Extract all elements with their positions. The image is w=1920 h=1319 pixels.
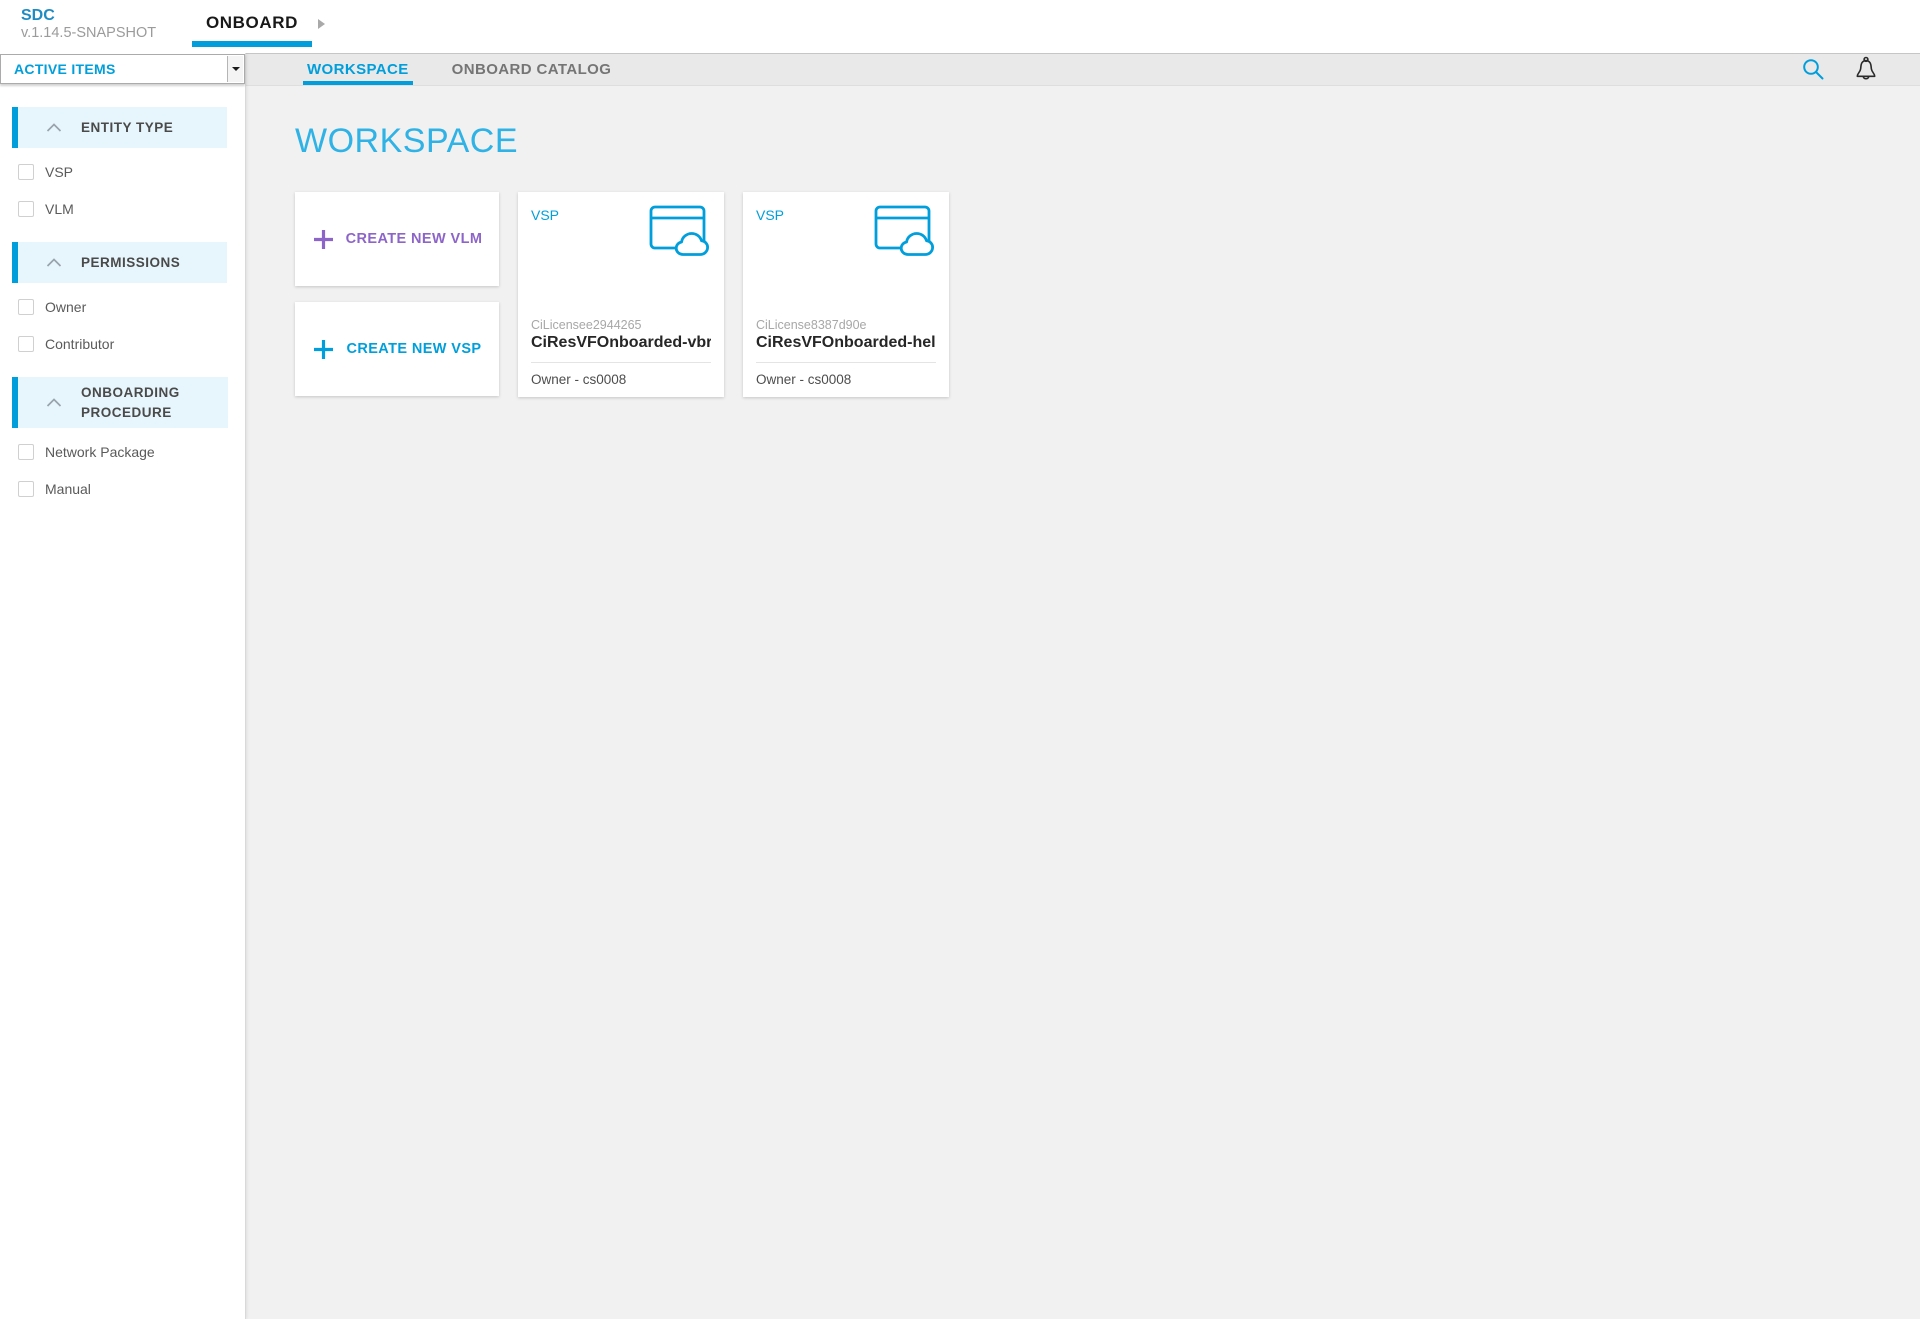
main-area: WORKSPACE ONBOARD CATALOG bbox=[246, 53, 1920, 1319]
section-accent-bar bbox=[12, 377, 18, 428]
item-owner: Owner - cs0008 bbox=[531, 372, 711, 387]
tab-onboard-catalog-label: ONBOARD CATALOG bbox=[452, 61, 612, 78]
checkbox-label: Contributor bbox=[45, 336, 114, 352]
plus-icon bbox=[312, 228, 335, 251]
tab-workspace-label: WORKSPACE bbox=[307, 61, 409, 78]
section-accent-bar bbox=[12, 107, 18, 148]
chevron-up-icon bbox=[46, 398, 62, 407]
vsp-card-details: CiLicense8387d90e CiResVFOnboarded-hel… … bbox=[756, 318, 936, 387]
plus-icon bbox=[312, 338, 335, 361]
card-divider bbox=[756, 362, 936, 363]
filter-section-title: ONBOARDING PROCEDURE bbox=[81, 383, 201, 422]
workspace-content: WORKSPACE CREATE NEW VLM bbox=[246, 86, 1920, 397]
checkbox[interactable] bbox=[18, 299, 34, 315]
checkbox-label: VSP bbox=[45, 164, 73, 180]
filter-option-manual[interactable]: Manual bbox=[0, 470, 245, 507]
item-owner: Owner - cs0008 bbox=[756, 372, 936, 387]
filter-group-entity-type: VSP VLM bbox=[0, 153, 245, 227]
checkbox[interactable] bbox=[18, 481, 34, 497]
filter-section-permissions[interactable]: PERMISSIONS bbox=[12, 242, 227, 283]
checkbox[interactable] bbox=[18, 164, 34, 180]
page-title: WORKSPACE bbox=[295, 122, 1920, 161]
create-buttons-column: CREATE NEW VLM CREATE NEW VSP bbox=[295, 192, 499, 396]
vsp-card-header: VSP bbox=[756, 204, 936, 257]
cards-row: CREATE NEW VLM CREATE NEW VSP VSP bbox=[295, 192, 1920, 397]
vsp-card-header: VSP bbox=[531, 204, 711, 257]
checkbox[interactable] bbox=[18, 336, 34, 352]
checkbox[interactable] bbox=[18, 444, 34, 460]
tab-onboard-active-underline bbox=[192, 41, 312, 47]
create-new-vsp-button[interactable]: CREATE NEW VSP bbox=[295, 302, 499, 396]
chevron-up-icon bbox=[46, 123, 62, 132]
filter-section-title: PERMISSIONS bbox=[81, 253, 180, 273]
tab-onboard[interactable]: ONBOARD bbox=[192, 0, 312, 53]
items-view-selected-value: ACTIVE ITEMS bbox=[1, 61, 116, 77]
sdc-logo: SDC v.1.14.5-SNAPSHOT bbox=[21, 7, 156, 42]
section-accent-bar bbox=[12, 242, 18, 283]
card-divider bbox=[531, 362, 711, 363]
filter-section-onboarding-procedure[interactable]: ONBOARDING PROCEDURE bbox=[12, 377, 228, 428]
checkbox-label: Owner bbox=[45, 299, 86, 315]
filter-section-title: ENTITY TYPE bbox=[81, 118, 173, 138]
chevron-down-icon bbox=[232, 67, 240, 71]
app-header: SDC v.1.14.5-SNAPSHOT ONBOARD bbox=[0, 0, 1920, 53]
chevron-up-icon bbox=[46, 258, 62, 267]
item-name: CiResVFOnboarded-vbrg… bbox=[531, 334, 711, 352]
checkbox-label: Manual bbox=[45, 481, 91, 497]
vsp-card-details: CiLicensee2944265 CiResVFOnboarded-vbrg…… bbox=[531, 318, 711, 387]
create-new-vlm-button[interactable]: CREATE NEW VLM bbox=[295, 192, 499, 286]
filter-section-entity-type[interactable]: ENTITY TYPE bbox=[12, 107, 227, 148]
main-topbar: WORKSPACE ONBOARD CATALOG bbox=[246, 53, 1920, 86]
checkbox-label: VLM bbox=[45, 201, 74, 217]
filter-option-contributor[interactable]: Contributor bbox=[0, 325, 245, 362]
checkbox-label: Network Package bbox=[45, 444, 155, 460]
checkbox[interactable] bbox=[18, 201, 34, 217]
filter-option-network-package[interactable]: Network Package bbox=[0, 433, 245, 470]
item-name: CiResVFOnboarded-hel… bbox=[756, 334, 936, 352]
vsp-card[interactable]: VSP CiLicensee2944265 CiResVFOnboarded-v… bbox=[518, 192, 724, 397]
create-new-vsp-label: CREATE NEW VSP bbox=[346, 341, 481, 357]
sdc-onboard-app: SDC v.1.14.5-SNAPSHOT ONBOARD ACTIVE ITE… bbox=[0, 0, 1920, 1319]
vsp-cloud-package-icon bbox=[649, 205, 711, 257]
filters-sidebar: ACTIVE ITEMS ENTITY TYPE VSP VLM bbox=[0, 53, 246, 1319]
vsp-card[interactable]: VSP CiLicense8387d90e CiResVFOnboarded-h… bbox=[743, 192, 949, 397]
logo-version: v.1.14.5-SNAPSHOT bbox=[21, 25, 156, 42]
tab-onboard-label: ONBOARD bbox=[206, 13, 298, 33]
item-type-label: VSP bbox=[756, 207, 784, 223]
filter-group-permissions: Owner Contributor bbox=[0, 288, 245, 362]
tab-workspace[interactable]: WORKSPACE bbox=[307, 54, 409, 85]
vendor-license-name: CiLicensee2944265 bbox=[531, 318, 711, 332]
topbar-icons bbox=[1801, 54, 1879, 85]
filter-option-vlm[interactable]: VLM bbox=[0, 190, 245, 227]
create-new-vlm-label: CREATE NEW VLM bbox=[346, 231, 483, 247]
vsp-cloud-package-icon bbox=[874, 205, 936, 257]
filter-group-onboarding-procedure: Network Package Manual bbox=[0, 433, 245, 507]
chevron-right-icon[interactable] bbox=[318, 19, 325, 29]
search-icon[interactable] bbox=[1801, 57, 1826, 82]
filter-option-vsp[interactable]: VSP bbox=[0, 153, 245, 190]
logo-title: SDC bbox=[21, 7, 156, 25]
items-view-select[interactable]: ACTIVE ITEMS bbox=[0, 54, 245, 84]
vendor-license-name: CiLicense8387d90e bbox=[756, 318, 936, 332]
tab-onboard-catalog[interactable]: ONBOARD CATALOG bbox=[452, 54, 612, 85]
filter-option-owner[interactable]: Owner bbox=[0, 288, 245, 325]
notifications-bell-icon[interactable] bbox=[1853, 56, 1879, 83]
item-type-label: VSP bbox=[531, 207, 559, 223]
select-caret-button[interactable] bbox=[227, 56, 243, 82]
